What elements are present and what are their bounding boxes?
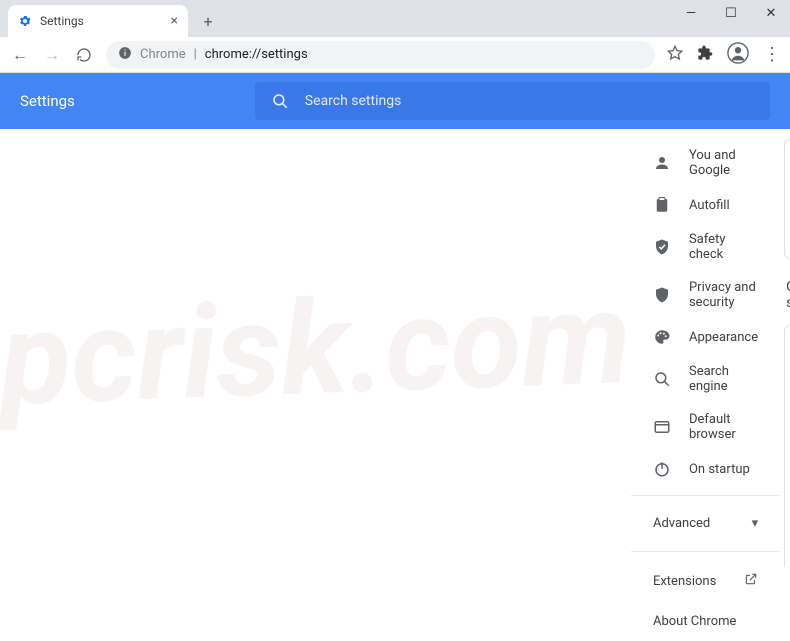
sidebar-item-label: You and Google: [689, 148, 758, 178]
url-text: chrome://settings: [205, 47, 308, 62]
clipboard-icon: [653, 196, 671, 214]
person-icon: [653, 154, 671, 172]
url-scheme: Chrome: [140, 47, 186, 62]
sidebar-item-label: Autofill: [689, 198, 730, 213]
browser-toolbar: ← → Chrome | chrome://settings ⋮: [0, 37, 790, 73]
sidebar-item-on-startup[interactable]: On startup: [631, 451, 780, 487]
sidebar-item-label: Appearance: [689, 330, 758, 345]
watermark: pcrisk.com: [0, 118, 638, 578]
minimize-button[interactable]: —: [678, 6, 704, 21]
sidebar-item-autofill[interactable]: Autofill: [631, 187, 780, 223]
window-titlebar: Settings × + — ☐ ✕: [0, 0, 790, 37]
sidebar-item-you-and-google[interactable]: You and Google: [631, 139, 780, 187]
close-tab-icon[interactable]: ×: [171, 13, 178, 29]
content-area: pcrisk.com You and Google Autofill Safet…: [0, 129, 790, 567]
shield-check-icon: [653, 238, 671, 256]
about-label: About Chrome: [653, 614, 736, 629]
main-panel: Google Chrome is your default browser On…: [780, 129, 790, 567]
sidebar-item-default-browser[interactable]: Default browser: [631, 403, 780, 451]
gear-icon: [18, 14, 32, 28]
extensions-label: Extensions: [653, 574, 716, 589]
browser-icon: [653, 418, 671, 436]
bookmark-star-icon[interactable]: [667, 45, 683, 65]
sidebar-item-privacy[interactable]: Privacy and security: [631, 271, 780, 319]
window-controls: — ☐ ✕: [678, 6, 784, 21]
search-input[interactable]: [305, 93, 754, 109]
reload-button[interactable]: [74, 47, 94, 63]
sidebar-advanced-toggle[interactable]: Advanced ▾: [631, 504, 780, 543]
new-tab-button[interactable]: +: [194, 7, 222, 35]
chevron-down-icon: ▾: [752, 516, 759, 531]
sidebar-item-label: Privacy and security: [689, 280, 758, 310]
search-icon: [653, 370, 671, 388]
sidebar-item-appearance[interactable]: Appearance: [631, 319, 780, 355]
settings-title: Settings: [20, 92, 75, 110]
chrome-menu-icon[interactable]: ⋮: [763, 46, 780, 64]
back-button[interactable]: ←: [10, 45, 30, 65]
settings-search[interactable]: [255, 82, 770, 120]
close-window-button[interactable]: ✕: [758, 6, 784, 21]
address-bar[interactable]: Chrome | chrome://settings: [106, 41, 655, 69]
sidebar-item-label: Default browser: [689, 412, 758, 442]
sidebar-item-safety-check[interactable]: Safety check: [631, 223, 780, 271]
sidebar-extensions-link[interactable]: Extensions: [631, 560, 780, 602]
power-icon: [653, 460, 671, 478]
forward-button[interactable]: →: [42, 45, 62, 65]
site-info-icon[interactable]: [118, 46, 132, 64]
external-link-icon: [744, 572, 758, 590]
shield-icon: [653, 286, 671, 304]
palette-icon: [653, 328, 671, 346]
sidebar-item-label: On startup: [689, 462, 750, 477]
maximize-button[interactable]: ☐: [718, 6, 744, 21]
extensions-icon[interactable]: [697, 45, 713, 65]
sidebar-item-label: Search engine: [689, 364, 758, 394]
search-icon: [271, 92, 289, 110]
sidebar-item-search-engine[interactable]: Search engine: [631, 355, 780, 403]
sidebar-about-link[interactable]: About Chrome: [631, 602, 780, 641]
tab-title: Settings: [40, 14, 84, 28]
sidebar-item-label: Safety check: [689, 232, 758, 262]
default-browser-card: Google Chrome is your default browser: [784, 139, 790, 259]
startup-card: Open the New Tab page Continue where you…: [784, 325, 790, 567]
profile-avatar-icon[interactable]: [727, 42, 749, 68]
settings-sidebar: You and Google Autofill Safety check Pri…: [631, 129, 780, 567]
advanced-label: Advanced: [653, 516, 710, 531]
settings-header: Settings: [0, 73, 790, 129]
browser-tab[interactable]: Settings ×: [8, 5, 188, 37]
